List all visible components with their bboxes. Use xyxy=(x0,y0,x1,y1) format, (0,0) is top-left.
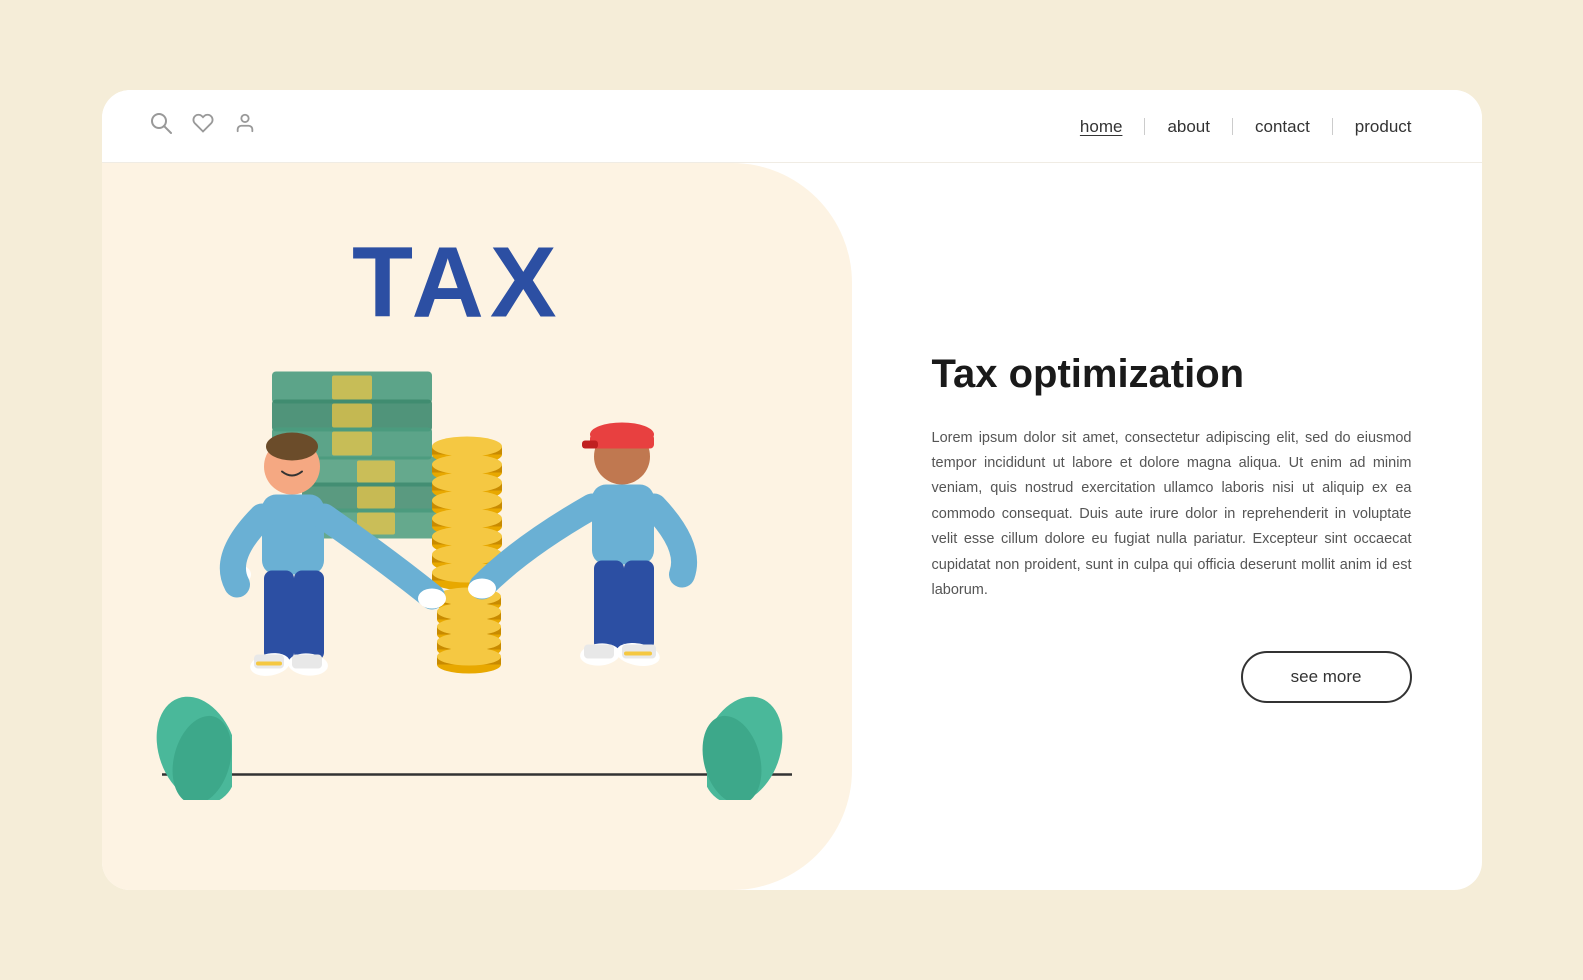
leaf-right-front xyxy=(692,710,762,800)
nav-icons-group xyxy=(150,112,256,140)
search-icon[interactable] xyxy=(150,112,172,140)
main-content: TAX xyxy=(102,163,1482,890)
see-more-button[interactable]: see more xyxy=(1241,651,1412,703)
nav-link-product[interactable]: product xyxy=(1333,118,1434,135)
leaf-left-front xyxy=(172,710,242,800)
text-panel: Tax optimization Lorem ipsum dolor sit a… xyxy=(852,163,1482,890)
illustration-panel: TAX xyxy=(102,163,852,890)
nav-link-about[interactable]: about xyxy=(1145,118,1233,135)
nav-links-group: home about contact product xyxy=(1058,118,1434,135)
navbar: home about contact product xyxy=(102,90,1482,163)
card: home about contact product xyxy=(102,90,1482,890)
outer-wrapper: home about contact product xyxy=(52,50,1532,930)
section-title: Tax optimization xyxy=(932,350,1412,398)
heart-icon[interactable] xyxy=(192,112,214,140)
nav-link-home[interactable]: home xyxy=(1058,118,1146,135)
section-body: Lorem ipsum dolor sit amet, consectetur … xyxy=(932,426,1412,604)
nav-link-contact[interactable]: contact xyxy=(1233,118,1333,135)
user-icon[interactable] xyxy=(234,112,256,140)
svg-text:TAX: TAX xyxy=(352,227,563,339)
